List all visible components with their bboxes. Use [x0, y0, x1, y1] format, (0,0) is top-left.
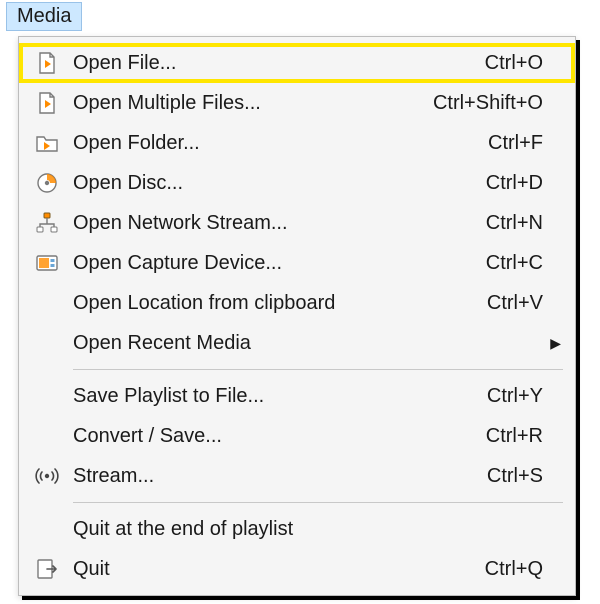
menu-item-open-file[interactable]: Open File...Ctrl+O — [19, 43, 575, 83]
stream-icon — [27, 464, 67, 488]
menu-item-stream[interactable]: Stream...Ctrl+S — [19, 456, 575, 496]
menu-item-open-capture-device[interactable]: Open Capture Device...Ctrl+C — [19, 243, 575, 283]
disc-icon — [27, 171, 67, 195]
menu-item-shortcut: Ctrl+Y — [467, 385, 543, 408]
menu-item-label: Quit at the end of playlist — [67, 518, 523, 541]
network-icon — [27, 211, 67, 235]
menu-item-label: Open Disc... — [67, 172, 466, 195]
menu-item-shortcut: Ctrl+S — [467, 465, 543, 488]
menu-item-label: Open File... — [67, 52, 465, 75]
menu-item-shortcut: Ctrl+Q — [465, 558, 543, 581]
capture-icon — [27, 251, 67, 275]
menu-item-quit-at-the-end-of-playlist[interactable]: Quit at the end of playlist — [19, 509, 575, 549]
menu-item-convert-save[interactable]: Convert / Save...Ctrl+R — [19, 416, 575, 456]
menu-item-open-network-stream[interactable]: Open Network Stream...Ctrl+N — [19, 203, 575, 243]
menu-item-shortcut: Ctrl+Shift+O — [413, 92, 543, 115]
file-play-icon — [27, 91, 67, 115]
file-play-icon — [27, 51, 67, 75]
menu-item-open-location-from-clipboard[interactable]: Open Location from clipboardCtrl+V — [19, 283, 575, 323]
menu-item-shortcut: Ctrl+D — [466, 172, 543, 195]
menu-item-label: Open Multiple Files... — [67, 92, 413, 115]
media-dropdown: Open File...Ctrl+OOpen Multiple Files...… — [18, 36, 576, 596]
menu-item-open-folder[interactable]: Open Folder...Ctrl+F — [19, 123, 575, 163]
menu-item-shortcut: Ctrl+C — [466, 252, 543, 275]
menu-item-shortcut: Ctrl+R — [466, 425, 543, 448]
menu-item-open-recent-media[interactable]: Open Recent Media ▶ — [19, 323, 575, 363]
quit-icon — [27, 557, 67, 581]
menu-item-label: Stream... — [67, 465, 467, 488]
menu-item-open-multiple-files[interactable]: Open Multiple Files...Ctrl+Shift+O — [19, 83, 575, 123]
menu-item-label: Open Folder... — [67, 132, 468, 155]
menubar: Media — [0, 0, 600, 31]
menu-item-label: Open Network Stream... — [67, 212, 466, 235]
menu-item-shortcut: Ctrl+F — [468, 132, 543, 155]
submenu-arrow-icon: ▶ — [543, 335, 561, 352]
menu-item-label: Save Playlist to File... — [67, 385, 467, 408]
menu-media[interactable]: Media — [6, 2, 82, 31]
menu-item-label: Convert / Save... — [67, 425, 466, 448]
menu-item-quit[interactable]: QuitCtrl+Q — [19, 549, 575, 589]
menu-item-shortcut: Ctrl+O — [465, 52, 543, 75]
menu-item-shortcut: Ctrl+V — [467, 292, 543, 315]
menu-separator — [73, 369, 563, 370]
menu-item-label: Open Capture Device... — [67, 252, 466, 275]
menu-item-label: Quit — [67, 558, 465, 581]
menu-separator — [73, 502, 563, 503]
menu-item-label: Open Location from clipboard — [67, 292, 467, 315]
folder-play-icon — [27, 131, 67, 155]
menu-item-open-disc[interactable]: Open Disc...Ctrl+D — [19, 163, 575, 203]
menu-item-shortcut: Ctrl+N — [466, 212, 543, 235]
menu-item-save-playlist-to-file[interactable]: Save Playlist to File...Ctrl+Y — [19, 376, 575, 416]
menu-item-label: Open Recent Media — [67, 332, 523, 355]
